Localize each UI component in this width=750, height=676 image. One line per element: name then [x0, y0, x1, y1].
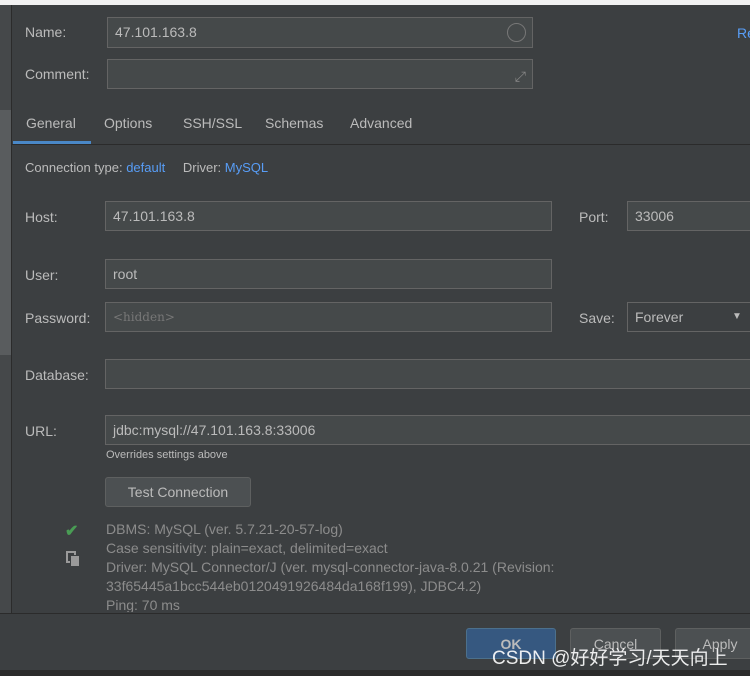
url-label: URL: — [25, 423, 57, 439]
port-input[interactable]: 33006 — [627, 201, 750, 231]
color-circle-icon[interactable] — [507, 23, 526, 42]
selected-tab-indicator — [13, 141, 91, 144]
test-result-area: DBMS: MySQL (ver. 5.7.21-20-57-log) Case… — [0, 515, 750, 612]
window-bottom-edge — [0, 670, 750, 676]
tab-general[interactable]: General — [26, 108, 76, 144]
port-label: Port: — [579, 209, 609, 225]
test-connection-button[interactable]: Test Connection — [105, 477, 251, 507]
window-top-edge — [0, 0, 750, 5]
result-line: Case sensitivity: plain=exact, delimited… — [106, 540, 388, 556]
name-input[interactable]: 47.101.163.8 — [107, 17, 533, 48]
host-label: Host: — [25, 209, 58, 225]
tab-options[interactable]: Options — [104, 108, 152, 144]
name-value: 47.101.163.8 — [115, 24, 197, 40]
connection-info: Connection type: default Driver: MySQL — [25, 160, 269, 175]
result-line: 33f65445a1bcc544eb0120491926484da168f199… — [106, 578, 482, 594]
tab-advanced[interactable]: Advanced — [350, 108, 412, 144]
scrollbar-thumb[interactable] — [0, 110, 11, 355]
result-line: DBMS: MySQL (ver. 5.7.21-20-57-log) — [106, 521, 343, 537]
comment-input[interactable]: ⤢ — [107, 59, 533, 89]
name-label: Name: — [25, 24, 67, 40]
comment-label: Comment: — [25, 66, 90, 82]
password-input[interactable]: <hidden> — [105, 302, 552, 332]
tab-ssh-ssl[interactable]: SSH/SSL — [183, 108, 242, 144]
expand-icon[interactable]: ⤢ — [515, 62, 526, 88]
database-input[interactable] — [105, 359, 750, 389]
driver-link[interactable]: MySQL — [225, 160, 268, 175]
url-input[interactable]: jdbc:mysql://47.101.163.8:33006 — [105, 415, 750, 445]
host-input[interactable]: 47.101.163.8 — [105, 201, 552, 231]
password-label: Password: — [25, 310, 91, 326]
reset-link[interactable]: Re — [737, 25, 750, 41]
tab-schemas[interactable]: Schemas — [265, 108, 323, 144]
database-label: Database: — [25, 367, 89, 383]
tab-divider — [12, 144, 750, 145]
user-label: User: — [25, 267, 59, 283]
url-hint: Overrides settings above — [106, 449, 228, 461]
result-line: Driver: MySQL Connector/J (ver. mysql-co… — [106, 559, 555, 575]
user-input[interactable]: root — [105, 259, 552, 289]
connection-type-link[interactable]: default — [126, 160, 165, 175]
save-dropdown[interactable]: Forever ▼ — [627, 302, 750, 332]
chevron-down-icon: ▼ — [732, 311, 742, 322]
result-line: Ping: 70 ms — [106, 597, 180, 612]
save-label: Save: — [579, 310, 615, 326]
watermark: CSDN @好好学习/天天向上 — [492, 648, 728, 669]
